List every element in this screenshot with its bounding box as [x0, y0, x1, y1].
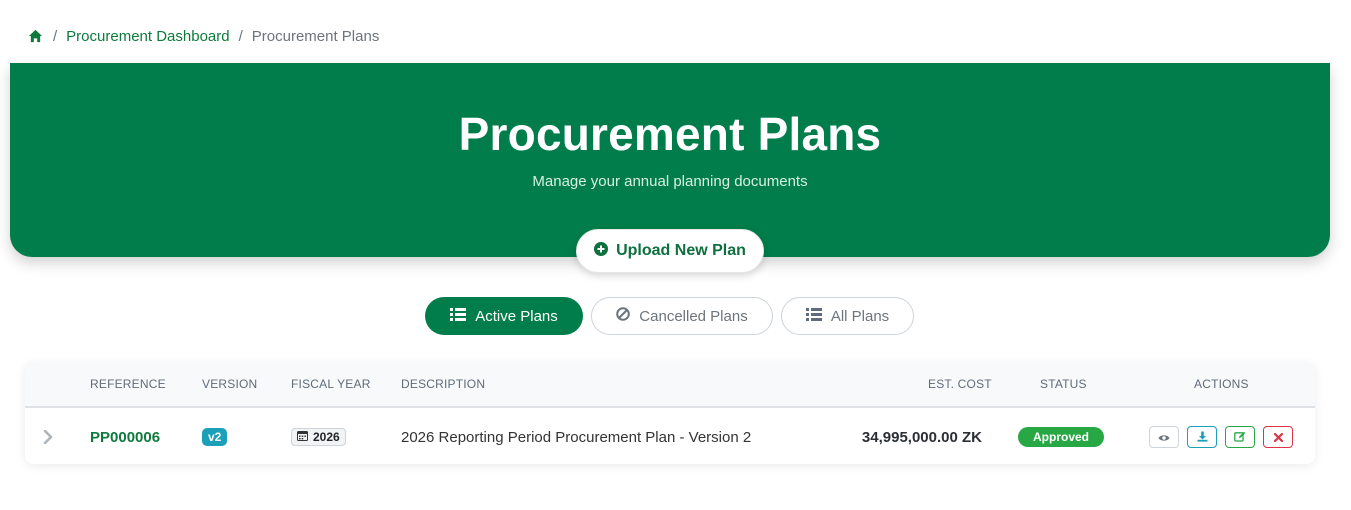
edit-icon [1234, 430, 1246, 445]
status-badge: Approved [1018, 427, 1105, 447]
tab-label: All Plans [830, 307, 890, 325]
plan-reference-link[interactable]: PP000006 [90, 429, 160, 446]
page-title: Procurement Plans [458, 108, 882, 160]
column-header-status[interactable]: STATUS [1040, 377, 1087, 391]
upload-new-plan-label: Upload New Plan [616, 242, 746, 259]
fiscal-year-value: 2026 [313, 430, 340, 444]
estimated-cost: 34,995,000.00 ZK [861, 428, 982, 446]
edit-button[interactable] [1225, 426, 1255, 448]
column-header-fiscal-year[interactable]: FISCAL YEAR [291, 377, 371, 391]
download-icon [1197, 430, 1208, 445]
view-button[interactable] [1149, 426, 1179, 448]
table-header: REFERENCE VERSION FISCAL YEAR DESCRIPTIO… [25, 362, 1315, 408]
column-header-description[interactable]: DESCRIPTION [401, 377, 485, 391]
home-icon[interactable] [28, 28, 44, 44]
tab-all-plans[interactable]: All Plans [781, 297, 914, 335]
plan-description: 2026 Reporting Period Procurement Plan -… [401, 428, 752, 446]
version-badge: v2 [202, 428, 228, 446]
fiscal-year-badge: 2026 [291, 428, 346, 446]
eye-icon [1158, 430, 1170, 445]
breadcrumb-dashboard-link[interactable]: Procurement Dashboard [66, 28, 229, 45]
breadcrumb-separator: / [238, 27, 243, 45]
column-header-actions: ACTIONS [1194, 377, 1249, 391]
upload-new-plan-button[interactable]: Upload New Plan [576, 229, 764, 273]
ban-icon [616, 307, 631, 325]
page-subtitle: Manage your annual planning documents [532, 173, 808, 190]
plus-circle-icon [594, 241, 609, 261]
tab-cancelled-plans[interactable]: Cancelled Plans [591, 297, 773, 335]
column-header-reference[interactable]: REFERENCE [90, 377, 166, 391]
tab-label: Active Plans [475, 307, 558, 325]
download-button[interactable] [1187, 426, 1217, 448]
chevron-right-icon[interactable] [43, 410, 53, 464]
list-icon [805, 307, 822, 325]
tab-active-plans[interactable]: Active Plans [425, 297, 583, 335]
calendar-icon [297, 430, 308, 444]
table-row: PP000006 v2 2026 2026 Reporting Period P… [25, 410, 1315, 464]
column-header-version[interactable]: VERSION [202, 377, 257, 391]
list-icon [450, 307, 467, 325]
column-header-est-cost[interactable]: EST. COST [928, 377, 992, 391]
breadcrumb-separator: / [53, 27, 58, 45]
breadcrumb-current: Procurement Plans [251, 27, 380, 45]
close-icon [1273, 430, 1283, 445]
breadcrumb: / Procurement Dashboard / Procurement Pl… [28, 26, 379, 46]
plans-table: REFERENCE VERSION FISCAL YEAR DESCRIPTIO… [25, 362, 1315, 464]
delete-button[interactable] [1263, 426, 1293, 448]
page-header-banner: Procurement Plans Manage your annual pla… [10, 63, 1330, 257]
tab-label: Cancelled Plans [639, 307, 748, 325]
